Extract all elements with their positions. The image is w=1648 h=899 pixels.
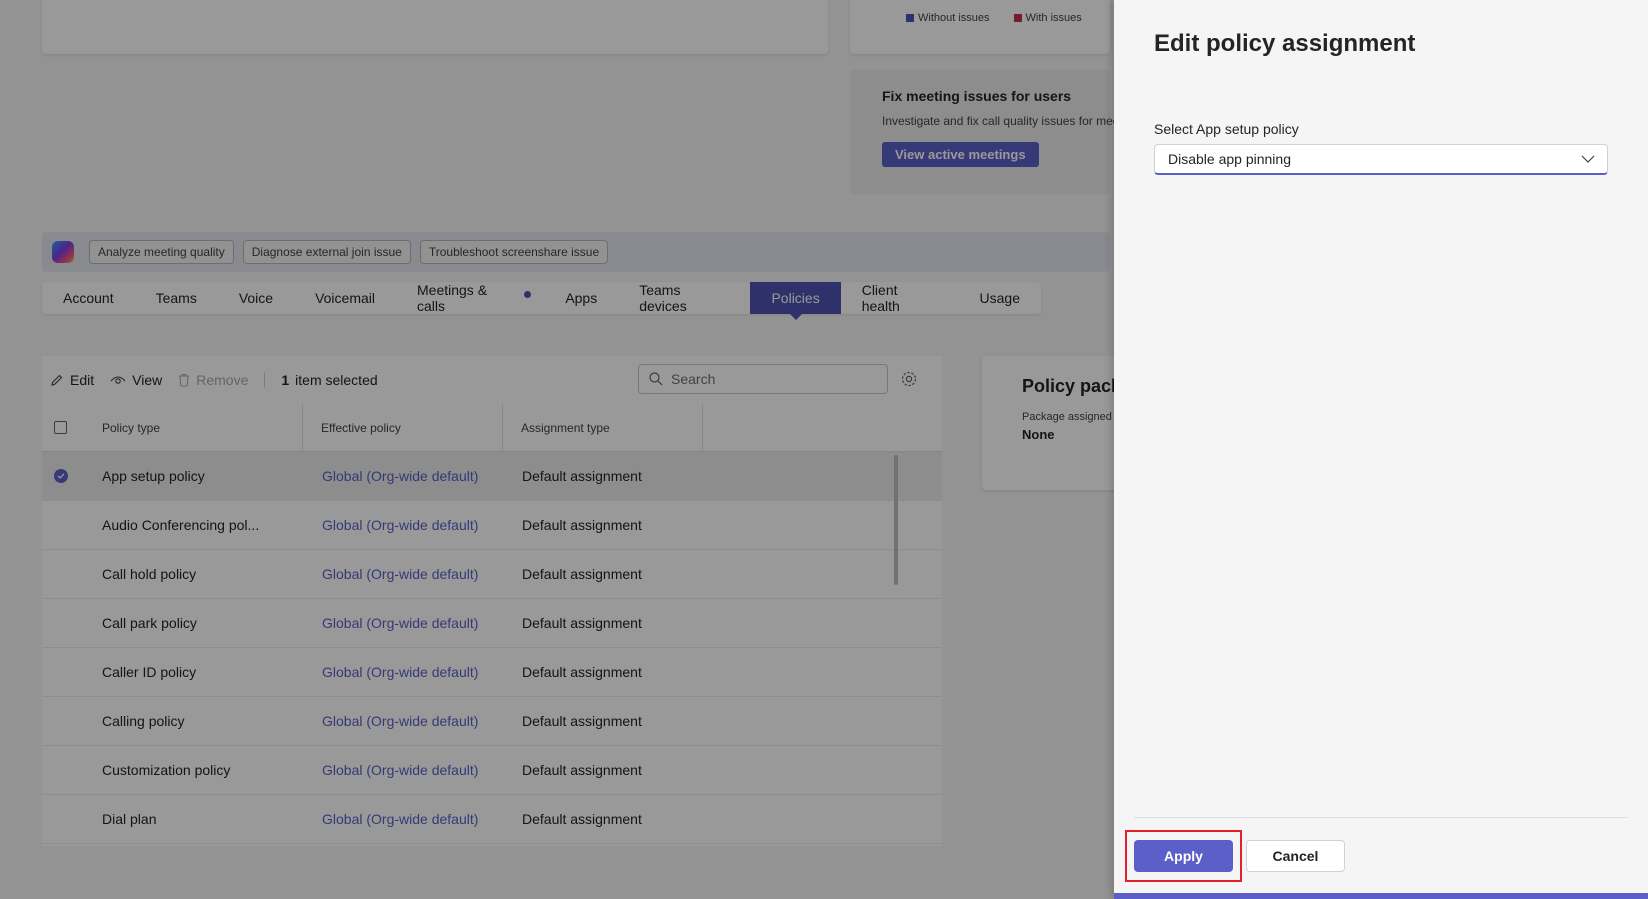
- apply-button[interactable]: Apply: [1134, 840, 1233, 872]
- panel-bottom-accent: [1114, 893, 1648, 899]
- policy-select-label: Select App setup policy: [1154, 121, 1299, 137]
- edit-policy-panel: Edit policy assignment Select App setup …: [1114, 0, 1648, 899]
- cancel-button[interactable]: Cancel: [1246, 840, 1345, 872]
- chevron-down-icon: [1581, 155, 1595, 163]
- dropdown-value: Disable app pinning: [1168, 151, 1291, 167]
- app-setup-policy-dropdown[interactable]: Disable app pinning: [1154, 144, 1608, 175]
- footer-divider: [1134, 817, 1628, 818]
- panel-title: Edit policy assignment: [1154, 30, 1416, 57]
